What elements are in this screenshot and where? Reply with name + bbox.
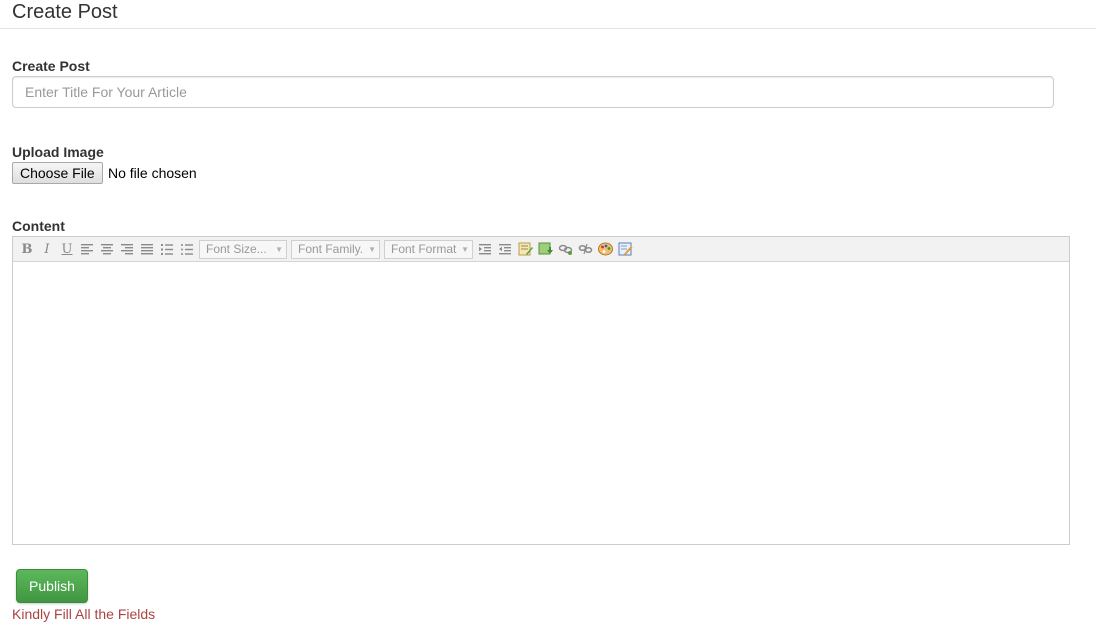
underline-icon[interactable]: U <box>57 239 77 259</box>
edit-source-icon[interactable] <box>615 239 635 259</box>
title-input[interactable] <box>12 76 1054 108</box>
content-label: Content <box>12 218 65 234</box>
validation-message: Kindly Fill All the Fields <box>12 606 156 622</box>
ordered-list-icon[interactable] <box>157 239 177 259</box>
font-family-label: Font Family. <box>298 242 364 256</box>
title-divider <box>0 28 1096 29</box>
bold-icon[interactable]: B <box>17 239 37 259</box>
editor-toolbar: B I U Font Size... ▼ Font Family. ▼ Font… <box>13 237 1069 262</box>
font-format-select[interactable]: Font Format ▼ <box>384 239 473 259</box>
font-size-select[interactable]: Font Size... ▼ <box>199 239 287 259</box>
align-justify-icon[interactable] <box>137 239 157 259</box>
insert-image-icon[interactable] <box>535 239 555 259</box>
unordered-list-icon[interactable] <box>177 239 197 259</box>
chevron-down-icon: ▼ <box>461 244 469 254</box>
align-right-icon[interactable] <box>117 239 137 259</box>
align-left-icon[interactable] <box>77 239 97 259</box>
font-size-label: Font Size... <box>206 242 267 256</box>
insert-html-icon[interactable] <box>515 239 535 259</box>
indent-icon[interactable] <box>475 239 495 259</box>
font-family-select[interactable]: Font Family. ▼ <box>291 239 380 259</box>
color-palette-icon[interactable] <box>595 239 615 259</box>
outdent-icon[interactable] <box>495 239 515 259</box>
chevron-down-icon: ▼ <box>275 244 283 254</box>
align-center-icon[interactable] <box>97 239 117 259</box>
page-title: Create Post <box>12 1 118 23</box>
italic-icon[interactable]: I <box>37 239 57 259</box>
unlink-icon[interactable] <box>575 239 595 259</box>
chevron-down-icon: ▼ <box>368 244 376 254</box>
editor-content-area[interactable] <box>13 262 1069 544</box>
upload-image-label: Upload Image <box>12 144 104 160</box>
choose-file-button[interactable]: Choose File <box>12 162 103 184</box>
font-format-label: Font Format <box>391 242 457 256</box>
title-label: Create Post <box>12 58 90 74</box>
publish-button[interactable]: Publish <box>16 569 88 603</box>
link-icon[interactable] <box>555 239 575 259</box>
file-status-text: No file chosen <box>108 165 197 181</box>
rich-text-editor: B I U Font Size... ▼ Font Family. ▼ Font… <box>12 236 1070 545</box>
